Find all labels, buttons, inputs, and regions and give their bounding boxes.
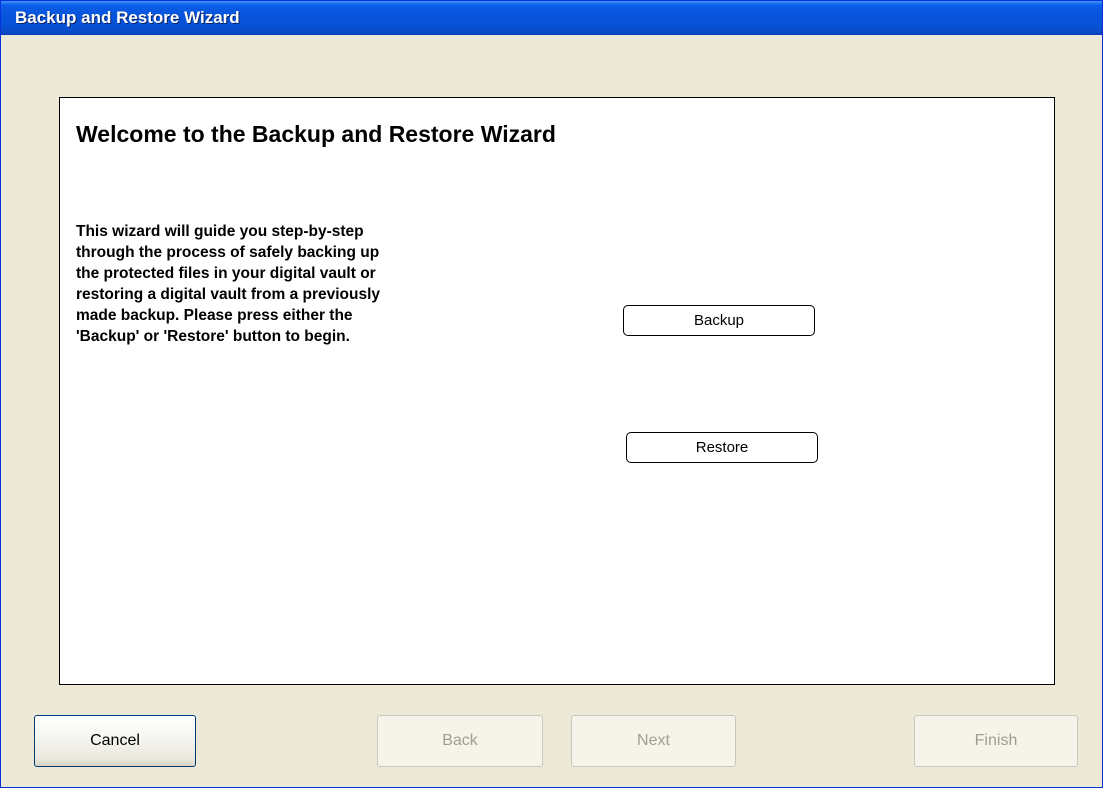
finish-button[interactable]: Finish — [914, 715, 1078, 767]
next-button[interactable]: Next — [571, 715, 736, 767]
backup-button[interactable]: Backup — [623, 305, 815, 336]
title-bar[interactable]: Backup and Restore Wizard — [1, 1, 1102, 35]
description-line: the protected files in your digital vaul… — [76, 265, 376, 282]
cancel-button[interactable]: Cancel — [34, 715, 196, 767]
description-line: This wizard will guide you step-by-step — [76, 223, 364, 240]
window-title: Backup and Restore Wizard — [15, 8, 240, 27]
back-button[interactable]: Back — [377, 715, 543, 767]
description-line: through the process of safely backing up — [76, 244, 380, 261]
description-line: 'Backup' or 'Restore' button to begin. — [76, 328, 350, 345]
restore-button[interactable]: Restore — [626, 432, 818, 463]
content-panel — [59, 97, 1055, 685]
description-line: restoring a digital vault from a previou… — [76, 286, 381, 303]
description-line: made backup. Please press either the — [76, 307, 353, 324]
wizard-description: This wizard will guide you step-by-step … — [76, 221, 476, 347]
page-title: Welcome to the Backup and Restore Wizard — [76, 121, 556, 147]
wizard-window: Backup and Restore Wizard — [0, 0, 1103, 788]
